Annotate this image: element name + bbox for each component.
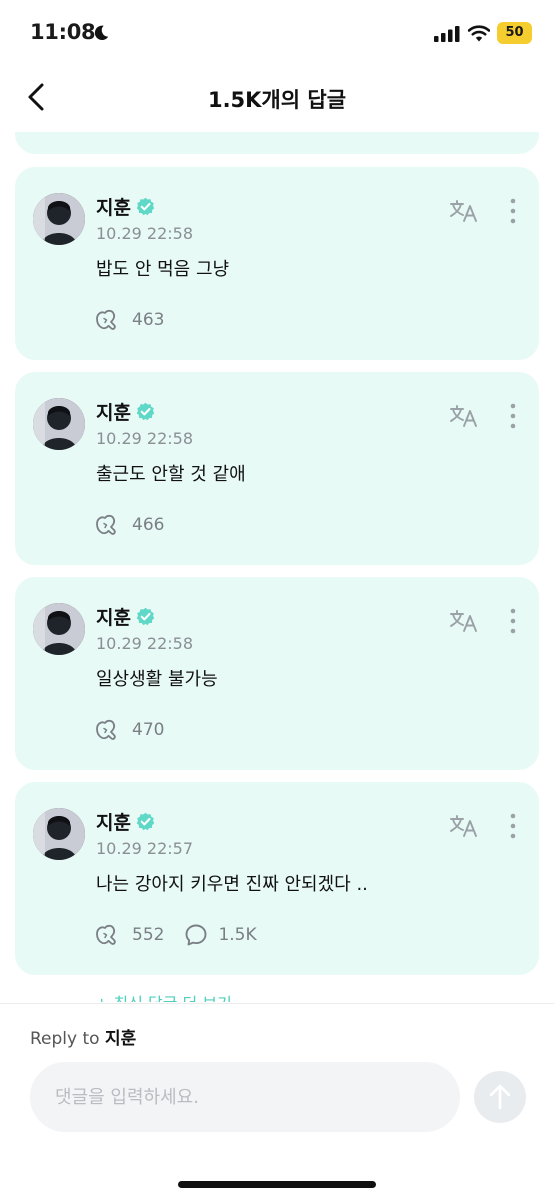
reply-count: 1.5K: [218, 925, 257, 945]
author-row: 지훈: [96, 398, 155, 425]
profile-photo-icon: [33, 398, 85, 450]
wifi-icon: [468, 25, 490, 42]
comment-list[interactable]: 지훈 10.29 22:58 밥도 안 먹음 그냥 463 지훈 10.29 2…: [0, 132, 554, 1002]
author-name[interactable]: 지훈: [96, 193, 131, 220]
header: 1.5K개의 답글: [0, 62, 554, 132]
comment-card: 지훈 10.29 22:58 밥도 안 먹음 그냥 463: [15, 167, 539, 360]
author-name[interactable]: 지훈: [96, 398, 131, 425]
verified-badge-icon: [136, 607, 155, 626]
comment-timestamp: 10.29 22:57: [96, 839, 193, 858]
reply-count-button[interactable]: 1.5K: [184, 923, 257, 947]
heart-hands-icon: [96, 924, 116, 945]
home-indicator: [178, 1181, 376, 1188]
author-name[interactable]: 지훈: [96, 603, 131, 630]
reply-input[interactable]: [30, 1062, 460, 1132]
comment-stats: 466: [94, 512, 184, 538]
author-name[interactable]: 지훈: [96, 808, 131, 835]
profile-photo-icon: [33, 808, 85, 860]
like-button[interactable]: 552: [94, 922, 164, 948]
verified-badge-icon: [136, 812, 155, 831]
translate-icon[interactable]: [449, 814, 479, 838]
like-count: 552: [132, 925, 165, 945]
arrow-up-icon: [489, 1084, 511, 1110]
comment-stats: 463: [94, 307, 184, 333]
verified-badge-icon: [136, 197, 155, 216]
comment-text: 나는 강아지 키우면 진짜 안되겠다 ..: [96, 874, 368, 895]
avatar[interactable]: [33, 398, 85, 450]
comment-card-partial: [15, 132, 539, 154]
like-button[interactable]: 466: [94, 512, 164, 538]
reply-bar: Reply to 지훈: [0, 1003, 554, 1200]
comment-timestamp: 10.29 22:58: [96, 634, 193, 653]
avatar[interactable]: [33, 808, 85, 860]
comment-card: 지훈 10.29 22:57 나는 강아지 키우면 진짜 안되겠다 .. 552: [15, 782, 539, 975]
like-count: 470: [132, 720, 165, 740]
comment-timestamp: 10.29 22:58: [96, 429, 193, 448]
heart-hands-icon: [96, 309, 116, 330]
comment-stats: 470: [94, 717, 184, 743]
speech-bubble-icon: [186, 924, 207, 946]
more-options-icon[interactable]: [507, 197, 519, 225]
send-button[interactable]: [474, 1071, 526, 1123]
like-button[interactable]: 463: [94, 307, 164, 333]
reply-to-label: Reply to 지훈: [30, 1024, 136, 1049]
signal-icon: [434, 26, 460, 42]
avatar[interactable]: [33, 603, 85, 655]
comment-timestamp: 10.29 22:58: [96, 224, 193, 243]
author-row: 지훈: [96, 603, 155, 630]
profile-photo-icon: [33, 193, 85, 245]
heart-hands-icon: [96, 719, 116, 740]
translate-icon[interactable]: [449, 404, 479, 428]
status-bar: 11:08 50: [0, 0, 554, 62]
translate-icon[interactable]: [449, 609, 479, 633]
verified-badge-icon: [136, 402, 155, 421]
author-row: 지훈: [96, 808, 155, 835]
avatar[interactable]: [33, 193, 85, 245]
like-count: 466: [132, 515, 165, 535]
more-options-icon[interactable]: [507, 812, 519, 840]
more-options-icon[interactable]: [507, 402, 519, 430]
more-replies-link[interactable]: + 최신 답글 더 보기: [95, 990, 232, 1002]
status-time: 11:08: [30, 20, 96, 44]
comment-card: 지훈 10.29 22:58 일상생활 불가능 470: [15, 577, 539, 770]
reply-to-target: 지훈: [104, 1029, 137, 1049]
translate-icon[interactable]: [449, 199, 479, 223]
more-options-icon[interactable]: [507, 607, 519, 635]
page-title: 1.5K개의 답글: [207, 88, 347, 112]
comment-text: 출근도 안할 것 같애: [96, 464, 246, 485]
heart-hands-icon: [96, 514, 116, 535]
comment-card: 지훈 10.29 22:58 출근도 안할 것 같애 466: [15, 372, 539, 565]
like-count: 463: [132, 310, 165, 330]
profile-photo-icon: [33, 603, 85, 655]
moon-icon: [94, 25, 109, 41]
author-row: 지훈: [96, 193, 155, 220]
comment-text: 일상생활 불가능: [96, 669, 218, 690]
comment-stats: 552 1.5K: [94, 922, 277, 948]
battery-icon: 50: [497, 22, 532, 44]
reply-to-prefix: Reply to: [30, 1029, 100, 1049]
like-button[interactable]: 470: [94, 717, 164, 743]
comment-text: 밥도 안 먹음 그냥: [96, 259, 230, 280]
